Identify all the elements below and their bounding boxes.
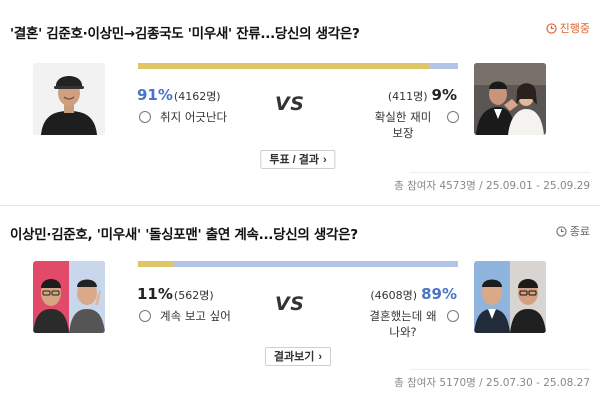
view-result-button-label: 결과보기 bbox=[273, 350, 315, 363]
divider bbox=[410, 369, 590, 370]
chevron-right-icon: › bbox=[322, 153, 327, 166]
option-left-choice[interactable]: 취지 어긋난다 bbox=[139, 109, 260, 125]
option-right-label: 확실한 재미 보장 bbox=[374, 110, 432, 140]
vote-ratio-bar-left-fill bbox=[138, 63, 430, 69]
option-left-result: 11% (562명) bbox=[137, 285, 214, 303]
option-left-count: (562명) bbox=[173, 289, 214, 302]
option-right-label: 결혼했는데 왜 나와? bbox=[369, 309, 437, 339]
clock-icon bbox=[545, 22, 557, 34]
option-right-count: (4608명) bbox=[370, 289, 418, 302]
poll-stats: 총 참여자 4573명 / 25.09.01 - 25.09.29 bbox=[394, 180, 590, 192]
poll-status: 진행중 bbox=[545, 20, 590, 36]
option-right-photo[interactable] bbox=[474, 63, 546, 135]
option-right-choice[interactable]: 결혼했는데 왜 나와? bbox=[368, 308, 459, 340]
option-left-result: 91% (4162명) bbox=[137, 86, 221, 104]
vote-ratio-bar bbox=[138, 261, 458, 267]
status-label: 종료 bbox=[569, 225, 590, 238]
option-left-label: 계속 보고 싶어 bbox=[160, 309, 231, 323]
option-right-photo[interactable] bbox=[474, 261, 546, 333]
poll-card-1: '결혼' 김준호·이상민→김종국도 '미우새' 잔류...당신의 생각은? 진행… bbox=[0, 0, 600, 205]
option-left-radio[interactable] bbox=[139, 111, 151, 123]
option-left-radio[interactable] bbox=[139, 310, 151, 322]
poll-title[interactable]: '결혼' 김준호·이상민→김종국도 '미우새' 잔류...당신의 생각은? bbox=[10, 22, 360, 42]
option-left-label: 취지 어긋난다 bbox=[160, 110, 228, 124]
option-right-percent: 9% bbox=[431, 86, 457, 104]
vs-label: VS bbox=[275, 93, 305, 115]
option-right-result: (4608명) 89% bbox=[370, 285, 457, 303]
poll-stats: 총 참여자 5170명 / 25.07.30 - 25.08.27 bbox=[394, 377, 590, 389]
option-right-percent: 89% bbox=[421, 285, 457, 303]
option-left-choice[interactable]: 계속 보고 싶어 bbox=[139, 308, 260, 324]
chevron-right-icon: › bbox=[318, 350, 323, 363]
option-right-count: (411명) bbox=[387, 90, 428, 103]
option-right-choice[interactable]: 확실한 재미 보장 bbox=[368, 109, 459, 141]
vote-ratio-bar bbox=[138, 63, 458, 69]
option-right-result: (411명) 9% bbox=[388, 86, 457, 104]
poll-status: 종료 bbox=[556, 223, 590, 239]
option-right-radio[interactable] bbox=[447, 310, 459, 322]
vote-result-button[interactable]: 투표 / 결과 › bbox=[260, 150, 336, 169]
vs-label: VS bbox=[275, 293, 305, 315]
option-left-percent: 11% bbox=[137, 285, 173, 303]
option-right-radio[interactable] bbox=[447, 111, 459, 123]
clock-icon bbox=[556, 225, 567, 237]
vote-ratio-bar-left-fill bbox=[138, 261, 174, 267]
option-left-percent: 91% bbox=[137, 86, 173, 104]
option-left-count: (4162명) bbox=[173, 90, 221, 103]
view-result-button[interactable]: 결과보기 › bbox=[264, 347, 332, 366]
option-left-photo[interactable] bbox=[33, 63, 105, 135]
divider bbox=[410, 172, 590, 173]
poll-title[interactable]: 이상민·김준호, '미우새' '돌싱포맨' 출연 계속...당신의 생각은? bbox=[10, 223, 358, 243]
poll-card-2: 이상민·김준호, '미우새' '돌싱포맨' 출연 계속...당신의 생각은? 종… bbox=[0, 205, 600, 400]
vote-result-button-label: 투표 / 결과 bbox=[269, 153, 319, 166]
option-left-photo[interactable] bbox=[33, 261, 105, 333]
status-label: 진행중 bbox=[559, 22, 590, 35]
